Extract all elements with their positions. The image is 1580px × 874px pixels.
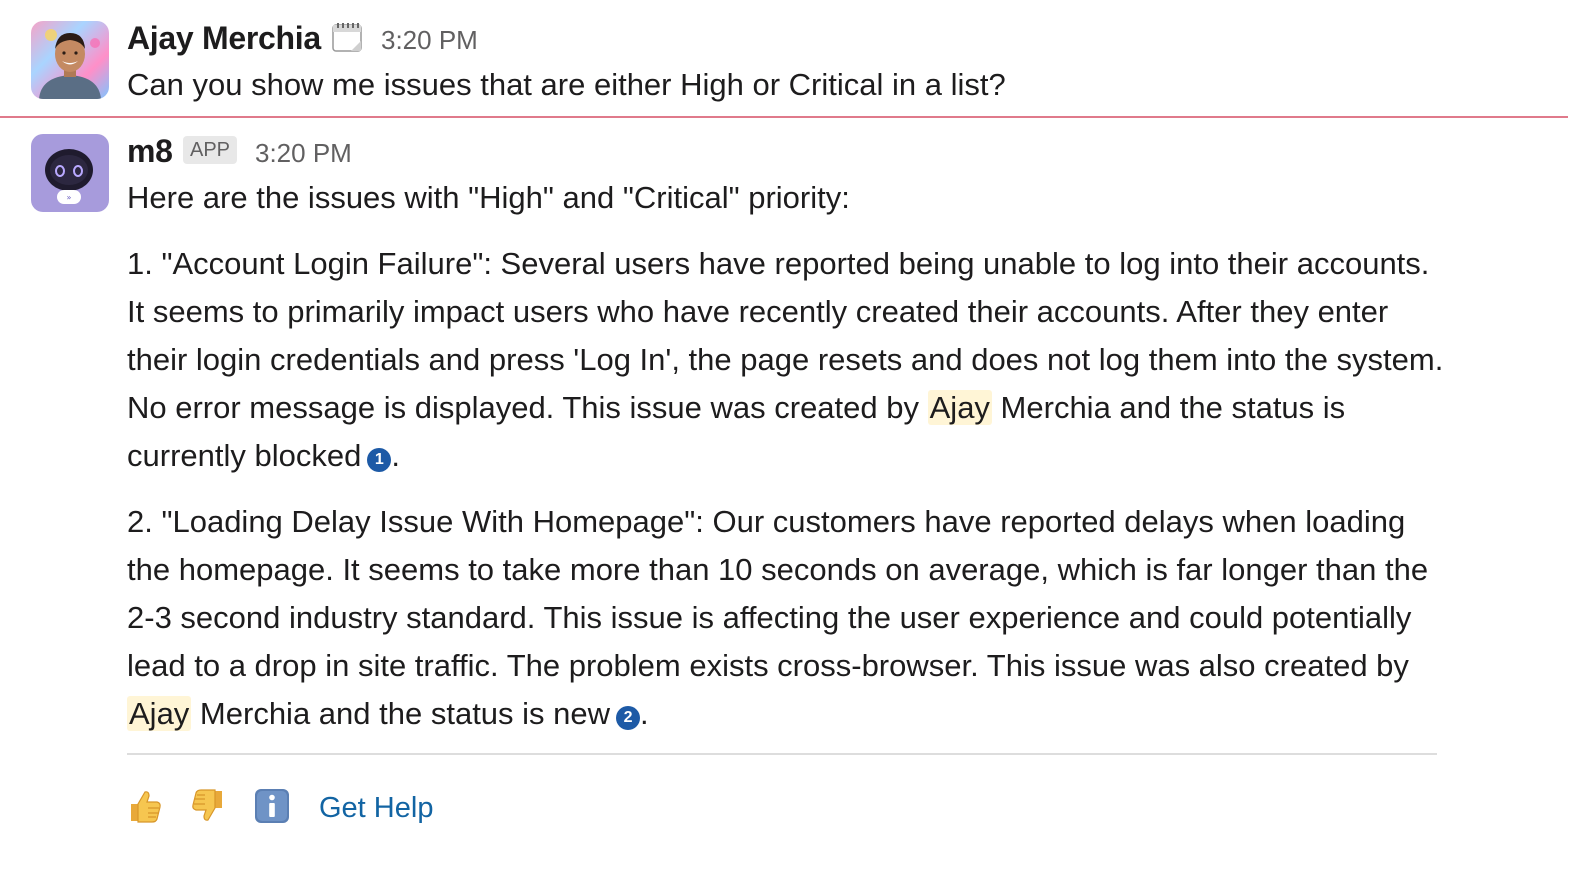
user-message-text: Can you show me issues that are either H…	[127, 67, 1006, 102]
user-name[interactable]: Ajay Merchia	[127, 20, 321, 56]
thumbs-up-icon	[126, 787, 164, 830]
thumbs-up-button[interactable]	[125, 786, 165, 830]
info-icon	[253, 787, 291, 830]
thumbs-down-icon	[189, 787, 227, 830]
calendar-icon	[331, 21, 363, 58]
issue-item-2-status-text: Merchia and the status is new	[191, 696, 611, 731]
svg-text:»: »	[67, 193, 72, 202]
info-button[interactable]	[252, 786, 292, 830]
reference-badge-2[interactable]: 2	[616, 706, 641, 730]
app-badge: APP	[183, 136, 238, 164]
get-help-link[interactable]: Get Help	[319, 790, 433, 826]
thumbs-down-button[interactable]	[188, 786, 228, 830]
bot-avatar[interactable]: »	[31, 134, 109, 212]
issue-item-2: 2. "Loading Delay Issue With Homepage": …	[127, 498, 1445, 738]
user-mention[interactable]: Ajay	[127, 696, 192, 731]
bot-name[interactable]: m8	[127, 133, 173, 169]
new-messages-divider	[0, 116, 1568, 118]
issue-item-1: 1. "Account Login Failure": Several user…	[127, 240, 1445, 480]
message-divider	[127, 753, 1437, 755]
user-avatar[interactable]	[31, 21, 109, 99]
issue-item-2-text: 2. "Loading Delay Issue With Homepage": …	[127, 504, 1429, 683]
user-message-time[interactable]: 3:20 PM	[381, 25, 478, 55]
issue-item-2-end: .	[640, 696, 649, 731]
issue-item-1-end: .	[391, 438, 400, 473]
reference-badge-1[interactable]: 1	[367, 448, 392, 472]
bot-message-time[interactable]: 3:20 PM	[255, 138, 352, 168]
bot-intro-text: Here are the issues with "High" and "Cri…	[127, 180, 850, 215]
user-mention[interactable]: Ajay	[927, 390, 992, 425]
